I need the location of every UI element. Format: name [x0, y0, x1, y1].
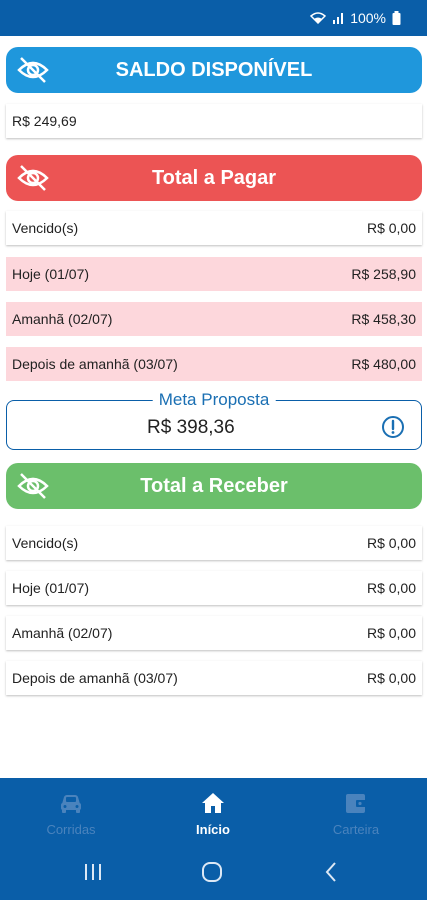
receber-row-vencidos: Vencido(s) R$ 0,00 — [6, 526, 422, 560]
pagar-row-amanha: Amanhã (02/07) R$ 458,30 — [6, 302, 422, 336]
saldo-title: SALDO DISPONÍVEL — [115, 58, 313, 81]
row-value: R$ 0,00 — [366, 535, 416, 551]
row-label: Hoje (01/07) — [12, 266, 90, 282]
receber-title: Total a Receber — [140, 474, 288, 497]
meta-proposta-label: Meta Proposta — [152, 390, 276, 410]
eye-off-icon[interactable] — [16, 56, 50, 84]
receber-row-depois-amanha: Depois de amanhã (03/07) R$ 0,00 — [6, 661, 422, 695]
row-value: R$ 0,00 — [366, 220, 416, 236]
saldo-value: R$ 249,69 — [12, 113, 77, 129]
battery-text: 100% — [350, 10, 386, 26]
receber-header[interactable]: Total a Receber — [6, 463, 422, 509]
eye-off-icon[interactable] — [16, 472, 50, 500]
eye-off-icon[interactable] — [16, 164, 50, 192]
meta-proposta-value: R$ 398,36 — [147, 417, 235, 438]
row-value: R$ 480,00 — [351, 356, 416, 372]
home-icon — [202, 793, 224, 813]
row-value: R$ 258,90 — [351, 266, 416, 282]
nav-carteira[interactable]: Carteira — [296, 790, 416, 837]
row-label: Depois de amanhã (03/07) — [12, 670, 178, 686]
nav-label: Corridas — [46, 822, 96, 837]
row-value: R$ 0,00 — [366, 580, 416, 596]
row-label: Amanhã (02/07) — [12, 625, 113, 641]
row-value: R$ 458,30 — [351, 311, 416, 327]
row-label: Depois de amanhã (03/07) — [12, 356, 178, 372]
nav-inicio[interactable]: Início — [153, 790, 273, 837]
recent-apps-icon[interactable] — [81, 860, 105, 884]
battery-icon — [392, 11, 401, 25]
pagar-row-vencidos: Vencido(s) R$ 0,00 — [6, 211, 422, 245]
saldo-header[interactable]: SALDO DISPONÍVEL — [6, 47, 422, 93]
wallet-icon — [346, 794, 366, 813]
signal-icon — [333, 13, 344, 24]
row-label: Vencido(s) — [12, 535, 79, 551]
info-icon[interactable] — [381, 415, 405, 439]
receber-row-amanha: Amanhã (02/07) R$ 0,00 — [6, 616, 422, 650]
nav-label: Início — [196, 822, 230, 837]
receber-row-hoje: Hoje (01/07) R$ 0,00 — [6, 571, 422, 605]
pagar-title: Total a Pagar — [151, 166, 277, 189]
car-icon — [61, 795, 81, 813]
system-nav-bar — [0, 848, 427, 894]
row-label: Amanhã (02/07) — [12, 311, 113, 327]
nav-label: Carteira — [332, 822, 380, 837]
pagar-header[interactable]: Total a Pagar — [6, 155, 422, 201]
row-label: Hoje (01/07) — [12, 580, 90, 596]
pagar-row-hoje: Hoje (01/07) R$ 258,90 — [6, 257, 422, 291]
row-label: Vencido(s) — [12, 220, 79, 236]
wifi-icon — [310, 12, 327, 24]
row-value: R$ 0,00 — [366, 670, 416, 686]
meta-proposta-field[interactable]: Meta Proposta R$ 398,36 — [6, 390, 422, 450]
status-bar: 100% — [0, 0, 427, 36]
row-value: R$ 0,00 — [366, 625, 416, 641]
home-button-icon[interactable] — [200, 860, 224, 884]
pagar-row-depois-amanha: Depois de amanhã (03/07) R$ 480,00 — [6, 347, 422, 381]
saldo-value-row: R$ 249,69 — [6, 104, 422, 138]
nav-corridas[interactable]: Corridas — [11, 790, 131, 837]
back-icon[interactable] — [320, 860, 344, 884]
